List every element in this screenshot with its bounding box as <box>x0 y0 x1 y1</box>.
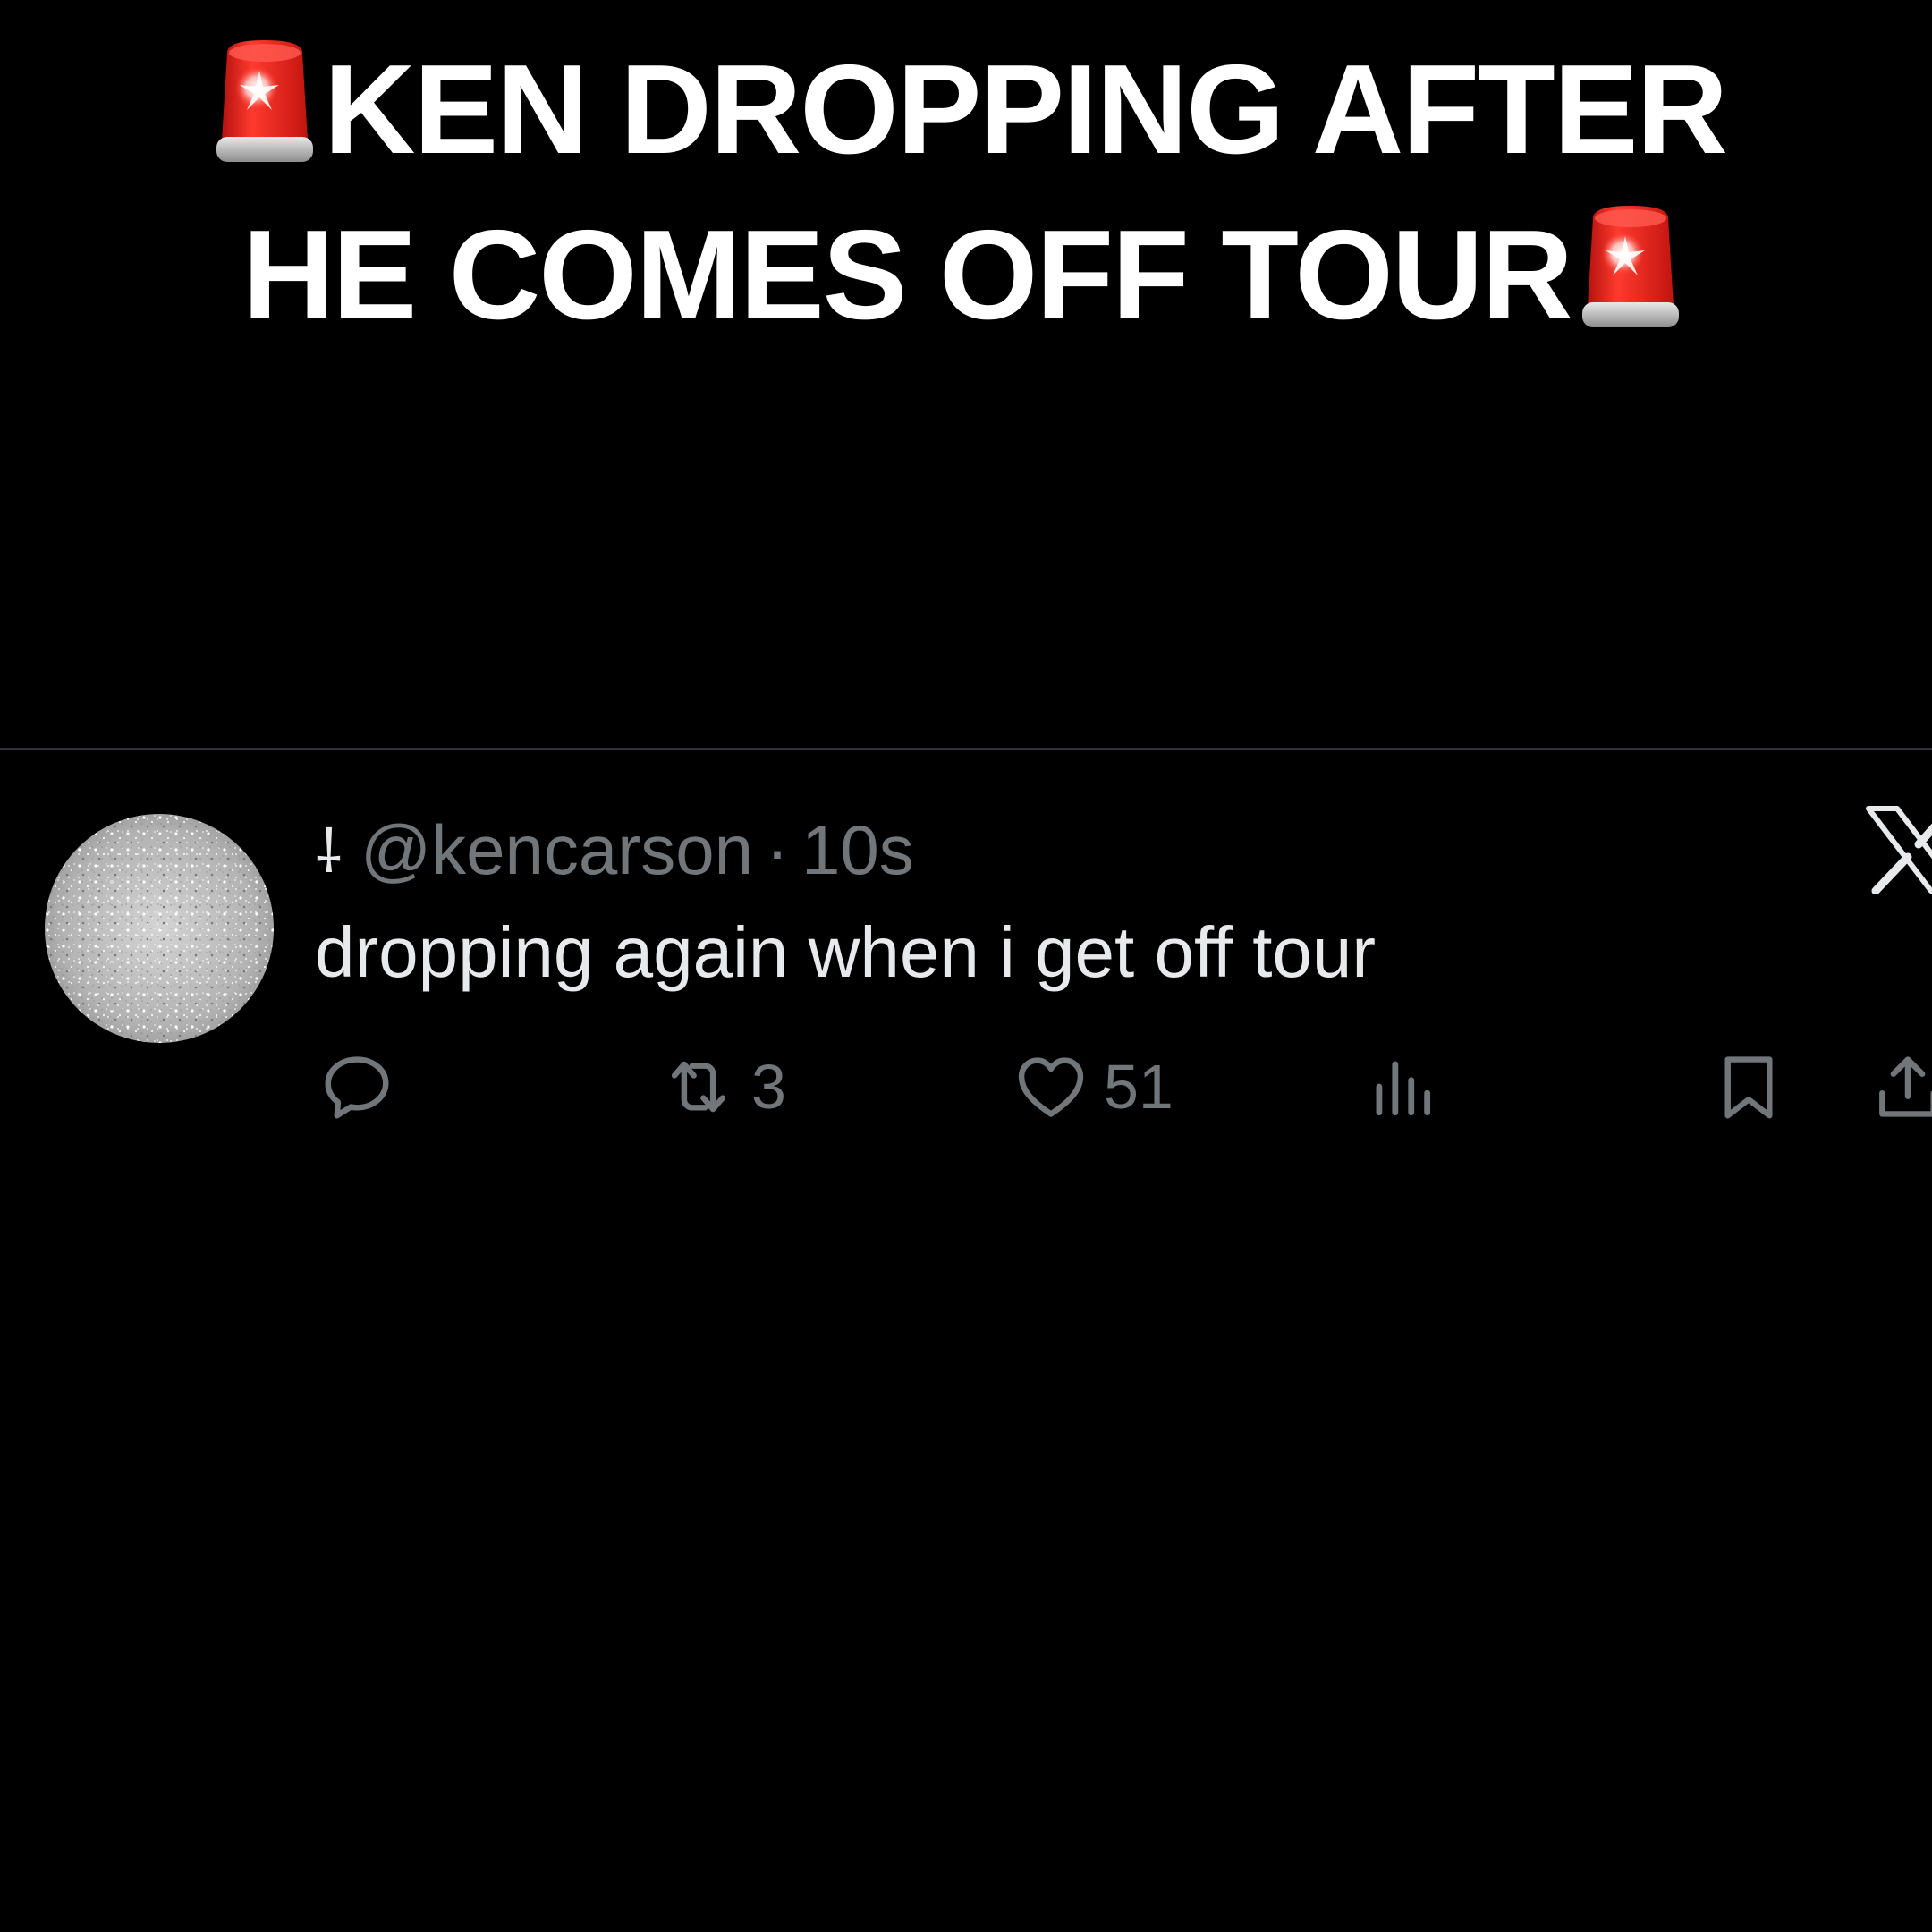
views-button[interactable] <box>1363 1046 1454 1127</box>
headline: KEN DROPPING AFTER HE COMES OFF TOUR <box>0 27 1932 358</box>
tweet-header: ⸸ @kencarson · 10s <box>315 805 914 894</box>
headline-text-1: KEN DROPPING AFTER <box>323 38 1728 181</box>
divider <box>0 748 1932 750</box>
tweet-timestamp[interactable]: 10s <box>801 809 914 891</box>
repost-button[interactable]: 3 <box>660 1046 786 1127</box>
headline-text-2: HE COMES OFF TOUR <box>242 204 1573 346</box>
like-button[interactable]: 51 <box>1013 1046 1174 1127</box>
avatar[interactable] <box>45 814 274 1043</box>
bookmark-icon <box>1724 1056 1773 1119</box>
user-handle[interactable]: @kencarson <box>360 809 753 891</box>
reply-icon <box>325 1056 389 1119</box>
heart-icon <box>1018 1057 1084 1117</box>
repost-icon <box>671 1061 726 1113</box>
video-frame: KEN DROPPING AFTER HE COMES OFF TOUR ⸸ @… <box>0 0 1932 1932</box>
reply-button[interactable] <box>318 1046 410 1127</box>
like-count: 51 <box>1104 1052 1174 1122</box>
share-button[interactable] <box>1869 1046 1932 1127</box>
headline-line-2: HE COMES OFF TOUR <box>0 192 1932 358</box>
avatar-glitter-image <box>45 814 274 1043</box>
tweet-text: dropping again when i get off tour <box>315 912 1377 992</box>
police-light-icon <box>216 40 313 162</box>
repost-count: 3 <box>751 1052 786 1122</box>
share-icon <box>1879 1056 1932 1117</box>
separator-dot: · <box>766 809 790 889</box>
police-light-icon <box>1581 206 1679 327</box>
views-icon <box>1376 1061 1431 1116</box>
x-logo-icon <box>1866 806 1932 894</box>
headline-line-1: KEN DROPPING AFTER <box>0 27 1932 192</box>
bookmark-button[interactable] <box>1710 1046 1787 1127</box>
display-name-glyph: ⸸ <box>315 818 343 885</box>
